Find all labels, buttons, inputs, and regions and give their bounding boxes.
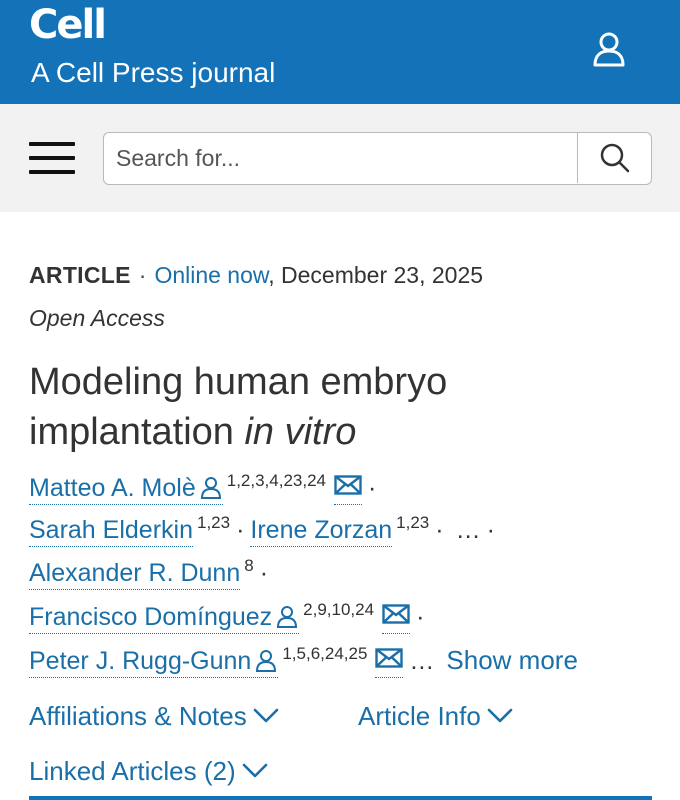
author-separator: · [416,602,425,631]
chevron-down-icon [242,763,267,778]
author-affiliations: 1,5,6,24,25 [282,644,368,663]
online-now-link[interactable]: Online now [154,262,268,288]
open-access-label: Open Access [29,305,165,331]
linked-articles-label: Linked Articles (2) [29,756,236,786]
account-button[interactable] [588,28,630,70]
person-icon [256,650,277,672]
author-affiliations: 1,23 [396,513,430,532]
search-box [103,132,652,185]
author-separator: · [368,473,377,502]
journal-header: Cell A Cell Press journal [0,0,680,104]
meta-separator: · [138,262,147,288]
author-line-2: Sarah Elderkin 1,23 · Irene Zorzan 1,23 ·… · [29,513,501,556]
title-line-1: Modeling human embryo [29,361,448,403]
active-section-underline [29,796,652,800]
author-link[interactable]: Alexander R. Dunn [29,559,241,590]
person-icon [277,605,298,628]
cell-logo[interactable]: Cell [29,2,107,48]
hamburger-menu-icon [29,142,75,146]
author-line-1: Matteo A. Molè 1,2,3,4,23,24 · [29,470,382,513]
title-line-2: implantation [29,411,245,453]
title-italic: in vitro [244,411,357,453]
author-affiliations: 8 [244,556,254,575]
author-affiliations: 1,2,3,4,23,24 [226,470,327,490]
article-meta: ARTICLE · Online now, December 23, 2025 [29,262,483,289]
author-line-3: Alexander R. Dunn 8 · [29,556,274,599]
author-link[interactable]: Irene Zorzan [250,516,393,547]
author-link[interactable]: Francisco Domínguez [29,603,300,634]
email-author-button[interactable] [375,646,404,679]
author-separator: · [259,559,269,587]
search-icon [600,143,629,173]
author-line-5: Peter J. Rugg-Gunn 1,5,6,24,25 … Show more [29,644,578,685]
chevron-down-icon [253,708,279,723]
email-author-button[interactable] [334,473,363,505]
author-link[interactable]: Peter J. Rugg-Gunn [29,647,279,678]
linked-articles-toggle[interactable]: Linked Articles (2) [29,756,268,787]
chevron-down-icon [487,708,513,723]
affiliations-notes-toggle[interactable]: Affiliations & Notes [29,701,279,732]
authors-ellipsis: … [455,516,481,544]
envelope-icon [375,648,404,669]
person-icon [200,476,221,499]
affiliations-notes-label: Affiliations & Notes [29,701,247,731]
author-link[interactable]: Matteo A. Molè [29,474,223,505]
author-affiliations: 2,9,10,24 [303,599,375,619]
search-button[interactable] [577,133,651,183]
search-input[interactable] [104,133,577,183]
author-link[interactable]: Sarah Elderkin [29,516,193,547]
authors-ellipsis: … [409,647,435,675]
article-info-toggle[interactable]: Article Info [358,701,513,732]
show-more-authors-button[interactable]: Show more [446,645,578,675]
author-line-4: Francisco Domínguez 2,9,10,24 · [29,599,430,642]
article-title: Modeling human embryo implantation in vi… [29,357,659,457]
menu-button[interactable] [29,140,75,176]
author-separator: · [236,516,245,544]
article-type: ARTICLE [29,262,131,288]
email-author-button[interactable] [382,602,411,634]
author-separator: · [435,516,444,544]
publication-date: , December 23, 2025 [268,262,484,288]
article-info-label: Article Info [358,701,481,731]
envelope-icon [334,475,362,495]
user-icon [593,32,625,67]
author-affiliations: 1,23 [196,513,231,532]
envelope-icon [382,604,410,624]
author-separator: · [486,516,495,544]
journal-subtitle: A Cell Press journal [31,57,276,88]
